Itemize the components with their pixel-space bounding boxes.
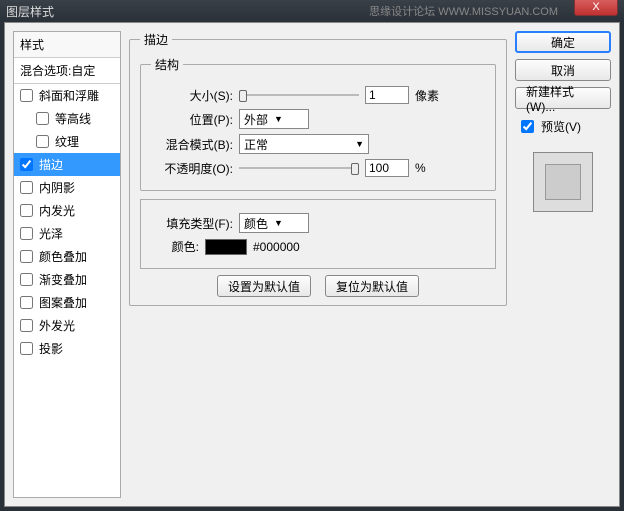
sidebar-item-2[interactable]: 纹理 [14,130,120,153]
sidebar-item-5[interactable]: 内发光 [14,199,120,222]
ok-button[interactable]: 确定 [515,31,611,53]
sidebar-label-4: 内阴影 [39,179,75,196]
watermark: 思缘设计论坛 WWW.MISSYUAN.COM [369,3,558,19]
sidebar-blend-options[interactable]: 混合选项:自定 [14,58,120,84]
sidebar-item-8[interactable]: 渐变叠加 [14,268,120,291]
sidebar-checkbox-2[interactable] [36,135,49,148]
opacity-unit: % [415,161,426,175]
size-slider[interactable] [239,88,359,102]
close-button[interactable]: X [574,0,618,16]
size-label: 大小(S): [151,87,233,104]
cancel-button[interactable]: 取消 [515,59,611,81]
size-input[interactable] [365,86,409,104]
sidebar-checkbox-6[interactable] [20,227,33,240]
sidebar-label-1: 等高线 [55,110,91,127]
sidebar-header: 样式 [14,32,120,58]
chevron-down-icon: ▼ [355,139,364,149]
sidebar-label-5: 内发光 [39,202,75,219]
preview-checkbox[interactable] [521,120,534,133]
color-label: 颜色: [151,238,199,255]
window-title: 图层样式 [6,3,369,20]
sidebar-checkbox-7[interactable] [20,250,33,263]
sidebar-checkbox-9[interactable] [20,296,33,309]
preview-inner [545,164,581,200]
sidebar-label-2: 纹理 [55,133,79,150]
content-area: 样式 混合选项:自定 斜面和浮雕等高线纹理描边内阴影内发光光泽颜色叠加渐变叠加图… [4,22,620,507]
sidebar-item-0[interactable]: 斜面和浮雕 [14,84,120,107]
sidebar-item-7[interactable]: 颜色叠加 [14,245,120,268]
right-column: 确定 取消 新建样式(W)... 预览(V) [515,31,611,498]
preview-box [533,152,593,212]
titlebar: 图层样式 思缘设计论坛 WWW.MISSYUAN.COM X [0,0,624,22]
sidebar-label-7: 颜色叠加 [39,248,87,265]
sidebar-item-10[interactable]: 外发光 [14,314,120,337]
sidebar-checkbox-8[interactable] [20,273,33,286]
size-unit: 像素 [415,87,439,104]
filltype-label: 填充类型(F): [151,215,233,232]
sidebar-checkbox-0[interactable] [20,89,33,102]
reset-default-button[interactable]: 复位为默认值 [325,275,419,297]
fill-fieldset: 填充类型(F): 颜色 ▼ 颜色: #000000 [140,199,496,269]
sidebar-label-0: 斜面和浮雕 [39,87,99,104]
sidebar-checkbox-11[interactable] [20,342,33,355]
set-default-button[interactable]: 设置为默认值 [217,275,311,297]
position-label: 位置(P): [151,111,233,128]
sidebar-checkbox-10[interactable] [20,319,33,332]
opacity-input[interactable] [365,159,409,177]
sidebar-item-1[interactable]: 等高线 [14,107,120,130]
sidebar-item-9[interactable]: 图案叠加 [14,291,120,314]
sidebar-checkbox-3[interactable] [20,158,33,171]
dialog-window: 图层样式 思缘设计论坛 WWW.MISSYUAN.COM X 样式 混合选项:自… [0,0,624,511]
sidebar-checkbox-1[interactable] [36,112,49,125]
stroke-legend: 描边 [140,31,172,48]
sidebar-checkbox-4[interactable] [20,181,33,194]
filltype-select[interactable]: 颜色 ▼ [239,213,309,233]
sidebar-item-4[interactable]: 内阴影 [14,176,120,199]
opacity-label: 不透明度(O): [151,160,233,177]
sidebar-label-3: 描边 [39,156,63,173]
stroke-fieldset: 描边 结构 大小(S): 像素 位置(P): 外部 [129,31,507,306]
blend-label: 混合模式(B): [151,136,233,153]
position-select[interactable]: 外部 ▼ [239,109,309,129]
sidebar-item-3[interactable]: 描边 [14,153,120,176]
sidebar-label-9: 图案叠加 [39,294,87,311]
structure-legend: 结构 [151,56,183,73]
preview-label: 预览(V) [541,118,581,135]
sidebar-label-6: 光泽 [39,225,63,242]
styles-sidebar: 样式 混合选项:自定 斜面和浮雕等高线纹理描边内阴影内发光光泽颜色叠加渐变叠加图… [13,31,121,498]
color-hex: #000000 [253,240,300,254]
sidebar-label-8: 渐变叠加 [39,271,87,288]
structure-fieldset: 结构 大小(S): 像素 位置(P): 外部 ▼ [140,56,496,191]
sidebar-label-11: 投影 [39,340,63,357]
chevron-down-icon: ▼ [274,218,283,228]
main-panel: 描边 结构 大小(S): 像素 位置(P): 外部 [129,31,507,498]
blend-select[interactable]: 正常 ▼ [239,134,369,154]
new-style-button[interactable]: 新建样式(W)... [515,87,611,109]
sidebar-label-10: 外发光 [39,317,75,334]
sidebar-item-11[interactable]: 投影 [14,337,120,360]
chevron-down-icon: ▼ [274,114,283,124]
opacity-slider[interactable] [239,161,359,175]
sidebar-checkbox-5[interactable] [20,204,33,217]
color-swatch[interactable] [205,239,247,255]
sidebar-item-6[interactable]: 光泽 [14,222,120,245]
